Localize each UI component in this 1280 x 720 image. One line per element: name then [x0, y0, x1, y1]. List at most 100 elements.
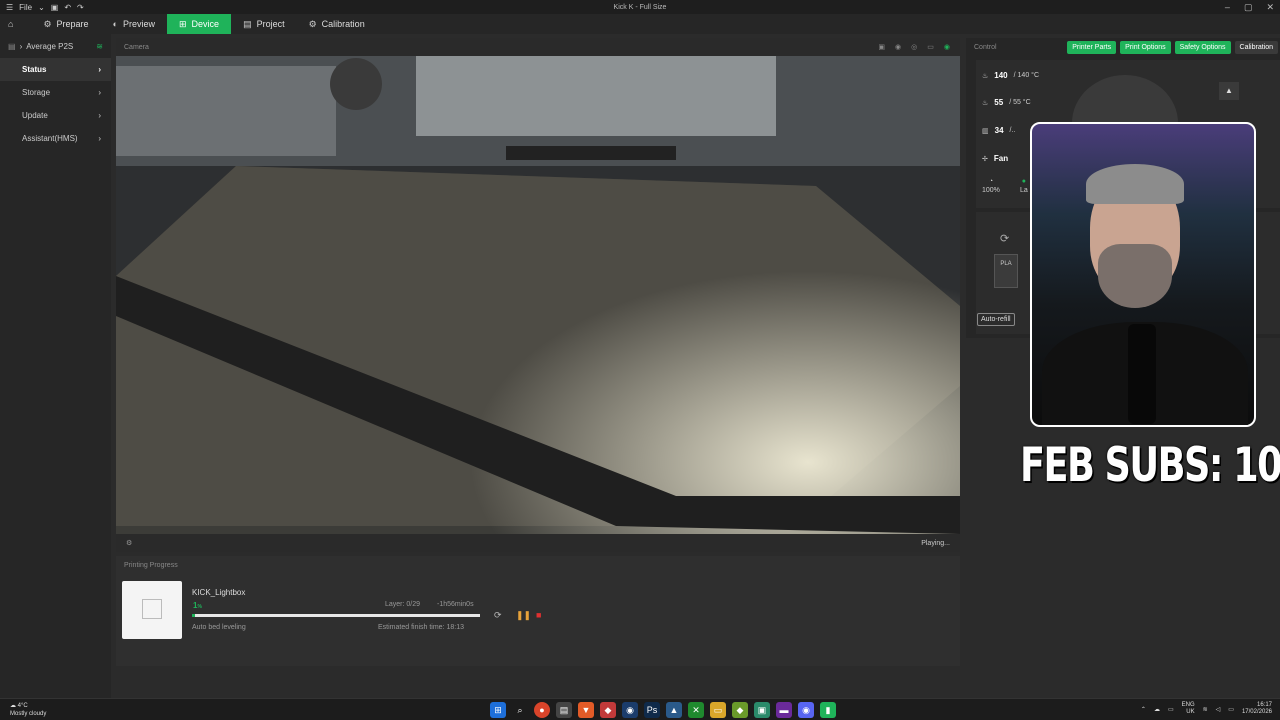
tab-prepare[interactable]: ⚙ Prepare — [31, 14, 100, 34]
person-beard — [1098, 244, 1172, 308]
sidebar-item-label: Update — [22, 111, 48, 120]
filament-slot[interactable]: PLA — [994, 254, 1018, 288]
maximize-button[interactable]: ▢ — [1244, 2, 1253, 13]
app-icon[interactable]: ▲ — [666, 702, 682, 718]
photoshop-icon[interactable]: Ps — [644, 702, 660, 718]
sidebar-item-status[interactable]: Status › — [0, 58, 111, 81]
brave-icon[interactable]: ▼ — [578, 702, 594, 718]
tab-print-options[interactable]: Print Options — [1120, 40, 1171, 54]
speed-control[interactable]: ◔ 100% — [982, 178, 1000, 194]
fan-row[interactable]: ✢ Fan — [982, 154, 1008, 163]
prepare-icon: ⚙ — [43, 18, 52, 29]
home-button[interactable]: ⌂ — [0, 14, 21, 34]
settings-icon[interactable]: ⚙ — [126, 539, 132, 547]
lamp-control[interactable]: ● La — [1020, 178, 1028, 194]
estimated-finish: Estimated finish time: 18:13 — [378, 624, 464, 631]
sd-card-icon[interactable]: ▣ — [878, 43, 885, 51]
tab-project[interactable]: ▤ Project — [231, 14, 297, 34]
sidebar-item-assistant[interactable]: Assistant(HMS) › — [0, 127, 111, 150]
battery-icon[interactable]: ▭ — [1228, 706, 1234, 713]
subs-counter-overlay: FEB SUBS: 101 — [1020, 438, 1280, 493]
camera-toggle-icon[interactable]: ◉ — [944, 43, 950, 51]
chamber-temp-row[interactable]: ▥ 34 /.. — [982, 126, 1015, 135]
pause-button[interactable]: ❚❚ — [516, 610, 531, 621]
nozzle-target: / 140 °C — [1013, 72, 1040, 79]
speed-icon: ◔ — [988, 178, 994, 185]
refresh-icon[interactable]: ⟳ — [1000, 232, 1009, 245]
print-stage: Auto bed leveling — [192, 624, 246, 631]
timelapse-icon[interactable]: ◎ — [911, 43, 917, 51]
chrome-icon[interactable]: ● — [534, 702, 550, 718]
record-icon[interactable]: ◉ — [895, 43, 901, 51]
project-icon: ▤ — [243, 18, 252, 29]
refresh-icon[interactable]: ⟳ — [494, 610, 502, 621]
close-button[interactable]: ✕ — [1266, 2, 1274, 13]
tab-calibration[interactable]: Calibration — [1234, 40, 1278, 54]
sidebar-item-label: Status — [22, 65, 47, 74]
model-thumbnail — [122, 581, 182, 639]
app-icon[interactable]: ▤ — [556, 702, 572, 718]
nozzle-icon: ♨ — [982, 72, 989, 80]
playback-status: Playing... — [921, 539, 950, 547]
stop-button[interactable]: ■ — [536, 610, 541, 620]
sidebar-item-label: Storage — [22, 88, 51, 97]
progress-header: Printing Progress — [124, 561, 178, 569]
region-code: UK — [1186, 709, 1195, 715]
sidebar-item-storage[interactable]: Storage › — [0, 81, 111, 104]
device-sidebar: ▤ › Average P2S ≋ Status › Storage › Updat… — [0, 34, 111, 698]
remaining-time: -1h56min0s — [437, 601, 474, 608]
auto-refill-button[interactable]: Auto-refill — [977, 313, 1015, 326]
camera-header: Camera — [124, 43, 149, 51]
speaker-icon[interactable]: ◁ — [1216, 706, 1221, 713]
app-icon[interactable]: ◆ — [600, 702, 616, 718]
clock[interactable]: 16:17 17/02/2026 — [1242, 702, 1272, 716]
camera-feed — [116, 56, 960, 534]
app-icon[interactable]: ▬ — [776, 702, 792, 718]
app-icon[interactable]: ◆ — [732, 702, 748, 718]
layer-info: Layer: 0/29 — [385, 601, 421, 608]
chevron-up-icon[interactable]: ⌃ — [1141, 706, 1146, 713]
tab-safety-options[interactable]: Safety Options — [1174, 40, 1231, 54]
chevron-right-icon: › — [98, 65, 101, 74]
wifi-icon[interactable]: ≋ — [1203, 706, 1208, 713]
tab-preview[interactable]: ◐ Preview — [101, 14, 167, 34]
xbox-icon[interactable]: ✕ — [688, 702, 704, 718]
search-icon[interactable]: ⌕ — [512, 702, 528, 718]
progress-bar — [192, 614, 480, 617]
video-icon[interactable]: ▭ — [927, 43, 934, 51]
discord-icon[interactable]: ◉ — [798, 702, 814, 718]
tab-label: Prepare — [56, 19, 89, 29]
webcam-overlay — [1030, 122, 1256, 427]
start-icon[interactable]: ⊞ — [490, 702, 506, 718]
network-icon[interactable]: ▭ — [1168, 706, 1174, 713]
progress-percent: 1% — [193, 601, 202, 610]
nozzle-temp-row[interactable]: ♨ 140 / 140 °C — [982, 71, 1039, 80]
lang-code: ENG — [1181, 702, 1195, 708]
minimize-button[interactable]: – — [1225, 2, 1230, 13]
steam-icon[interactable]: ◉ — [622, 702, 638, 718]
tab-label: Project — [256, 19, 285, 29]
filament-type: PLA — [1000, 261, 1012, 267]
printer-selector[interactable]: ▤ › Average P2S ≋ — [0, 34, 111, 58]
bambu-studio-icon[interactable]: ▮ — [820, 702, 836, 718]
percent-unit: % — [197, 604, 202, 610]
device-icon: ⊞ — [179, 18, 187, 29]
weather-widget[interactable]: ☁ 4°C Mostly cloudy — [10, 702, 46, 718]
language-indicator[interactable]: ENG UK — [1182, 702, 1195, 716]
control-header: Control — [974, 43, 997, 51]
folder-icon[interactable]: ▭ — [710, 702, 726, 718]
printer-name: Average P2S — [26, 41, 74, 51]
z-up-button[interactable]: ▲ — [1219, 82, 1239, 100]
taskbar: ☁ 4°C Mostly cloudy ⊞ ⌕ ● ▤ ▼ ◆ ◉ Ps ▲ ✕… — [0, 698, 1280, 720]
sidebar-item-update[interactable]: Update › — [0, 104, 111, 127]
tab-printer-parts[interactable]: Printer Parts — [1067, 40, 1117, 54]
time: 16:17 — [1256, 702, 1272, 708]
tab-calibration[interactable]: ⚙ Calibration — [297, 14, 377, 34]
bed-temp-row[interactable]: ♨ 55 / 55 °C — [982, 98, 1031, 107]
cloud-icon[interactable]: ☁ — [1154, 706, 1160, 713]
app-icon[interactable]: ▣ — [754, 702, 770, 718]
weather-temp: 4°C — [17, 703, 28, 709]
fan-label: Fan — [993, 154, 1009, 163]
window-title: Kick K - Full Size — [613, 3, 667, 11]
tab-device[interactable]: ⊞ Device — [167, 14, 232, 34]
